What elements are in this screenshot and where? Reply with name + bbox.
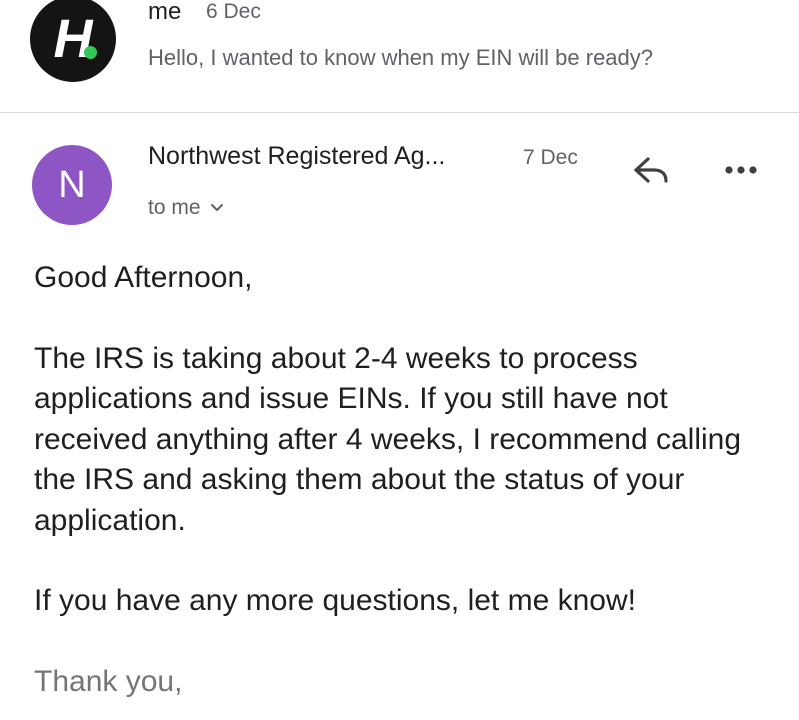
body-paragraph: The IRS is taking about 2-4 weeks to pro… [34, 341, 742, 537]
body-paragraph: If you have any more questions, let me k… [34, 584, 636, 617]
chevron-down-icon [210, 204, 223, 211]
message-divider [0, 112, 799, 113]
sender-avatar: H [30, 0, 116, 82]
email-thread: H me 6 Dec Hello, I wanted to know when … [0, 0, 799, 720]
reply-button[interactable] [626, 150, 674, 190]
avatar-status-dot [84, 46, 97, 59]
body-signoff: Thank you, [34, 664, 183, 698]
recipient-details-toggle[interactable]: to me [148, 193, 225, 223]
collapsed-message[interactable]: H me 6 Dec Hello, I wanted to know when … [0, 0, 799, 112]
collapsed-sender-name: me [148, 0, 182, 25]
sender-name[interactable]: Northwest Registered Ag... [148, 142, 445, 171]
avatar-letter: H [53, 9, 93, 69]
collapsed-date: 6 Dec [206, 0, 261, 23]
more-vert-icon [725, 166, 757, 174]
body-greeting: Good Afternoon, [34, 261, 253, 294]
reply-icon [634, 157, 668, 183]
collapsed-snippet: Hello, I wanted to know when my EIN will… [148, 45, 654, 70]
message-date: 7 Dec [523, 146, 578, 169]
more-options-button[interactable] [716, 152, 766, 188]
recipient-label: to me [148, 196, 201, 219]
message-body: Good Afternoon, The IRS is taking about … [34, 258, 784, 702]
sender-avatar: N [32, 145, 112, 225]
